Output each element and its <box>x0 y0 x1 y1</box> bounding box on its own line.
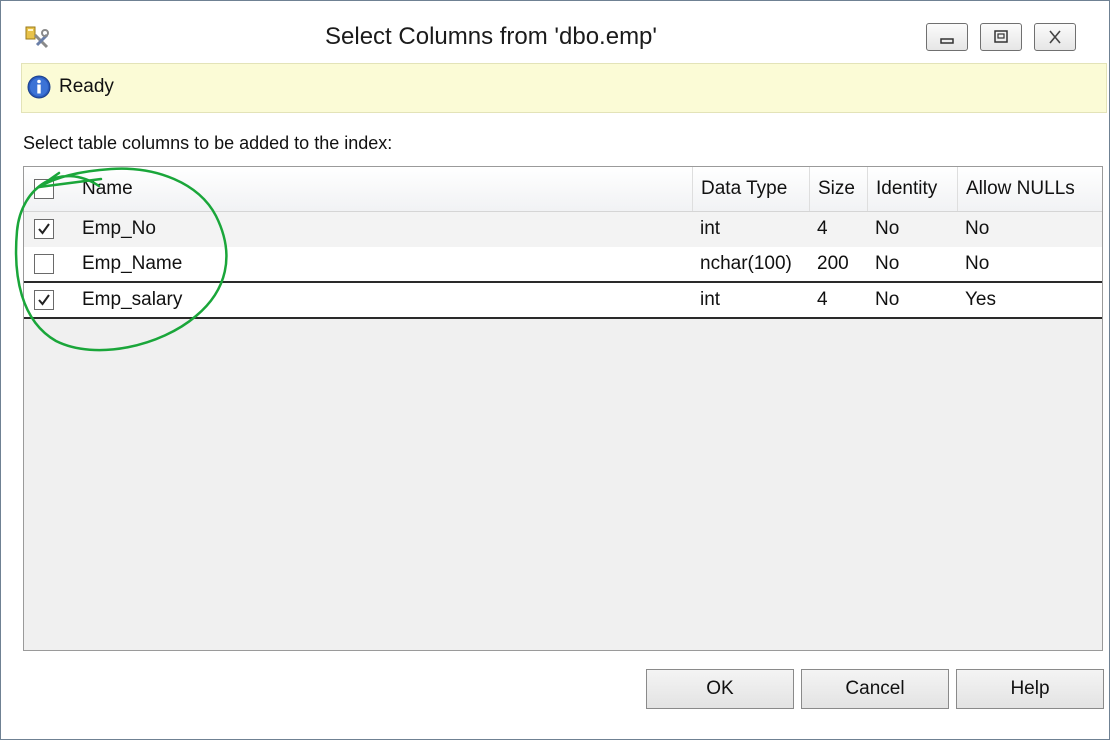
help-button[interactable]: Help <box>956 669 1104 709</box>
close-button[interactable] <box>1034 23 1076 51</box>
header-size[interactable]: Size <box>809 167 867 211</box>
cell-data-type: int <box>700 218 721 239</box>
cell-identity: No <box>875 218 900 239</box>
header-data-type[interactable]: Data Type <box>692 167 809 211</box>
header-allow-nulls[interactable]: Allow NULLs <box>957 167 1102 211</box>
status-bar: Ready <box>21 63 1107 113</box>
header-name[interactable]: Name <box>72 167 692 211</box>
cell-name: Emp_salary <box>82 289 183 310</box>
header-identity[interactable]: Identity <box>867 167 957 211</box>
select-all-checkbox[interactable] <box>34 179 54 199</box>
row-checkbox[interactable] <box>34 254 54 274</box>
cell-identity: No <box>875 289 900 310</box>
minimize-button[interactable] <box>926 23 968 51</box>
close-icon <box>1049 30 1061 44</box>
ok-button[interactable]: OK <box>646 669 794 709</box>
maximize-icon <box>994 30 1008 43</box>
maximize-button[interactable] <box>980 23 1022 51</box>
cell-size: 200 <box>817 253 849 274</box>
cell-identity: No <box>875 253 900 274</box>
status-text: Ready <box>59 76 114 97</box>
table-row[interactable]: Emp_salary int 4 No Yes <box>24 283 1102 319</box>
cell-name: Emp_No <box>82 218 156 239</box>
table-row[interactable]: Emp_Name nchar(100) 200 No No <box>24 247 1102 283</box>
table-row[interactable]: Emp_No int 4 No No <box>24 212 1102 248</box>
cell-allow-nulls: No <box>965 218 990 239</box>
cell-size: 4 <box>817 218 828 239</box>
cell-data-type: nchar(100) <box>700 253 792 274</box>
title-bar[interactable]: Select Columns from 'dbo.emp' <box>1 1 1109 63</box>
grid-header: Name Data Type Size Identity Allow NULLs <box>24 167 1102 212</box>
columns-grid[interactable]: Name Data Type Size Identity Allow NULLs… <box>23 166 1103 651</box>
checkmark-icon <box>38 294 50 306</box>
info-icon <box>26 74 54 102</box>
dialog-window: Select Columns from 'dbo.emp' Ready Sele… <box>0 0 1110 740</box>
minimize-icon <box>940 38 954 44</box>
checkmark-icon <box>38 223 50 235</box>
row-checkbox[interactable] <box>34 290 54 310</box>
cell-allow-nulls: No <box>965 253 990 274</box>
cell-size: 4 <box>817 289 828 310</box>
window-title: Select Columns from 'dbo.emp' <box>325 23 657 50</box>
cell-data-type: int <box>700 289 721 310</box>
cell-allow-nulls: Yes <box>965 289 996 310</box>
cell-name: Emp_Name <box>82 253 183 274</box>
instruction-label: Select table columns to be added to the … <box>23 133 393 153</box>
row-checkbox[interactable] <box>34 219 54 239</box>
cancel-button[interactable]: Cancel <box>801 669 949 709</box>
select-all-cell <box>24 167 72 211</box>
